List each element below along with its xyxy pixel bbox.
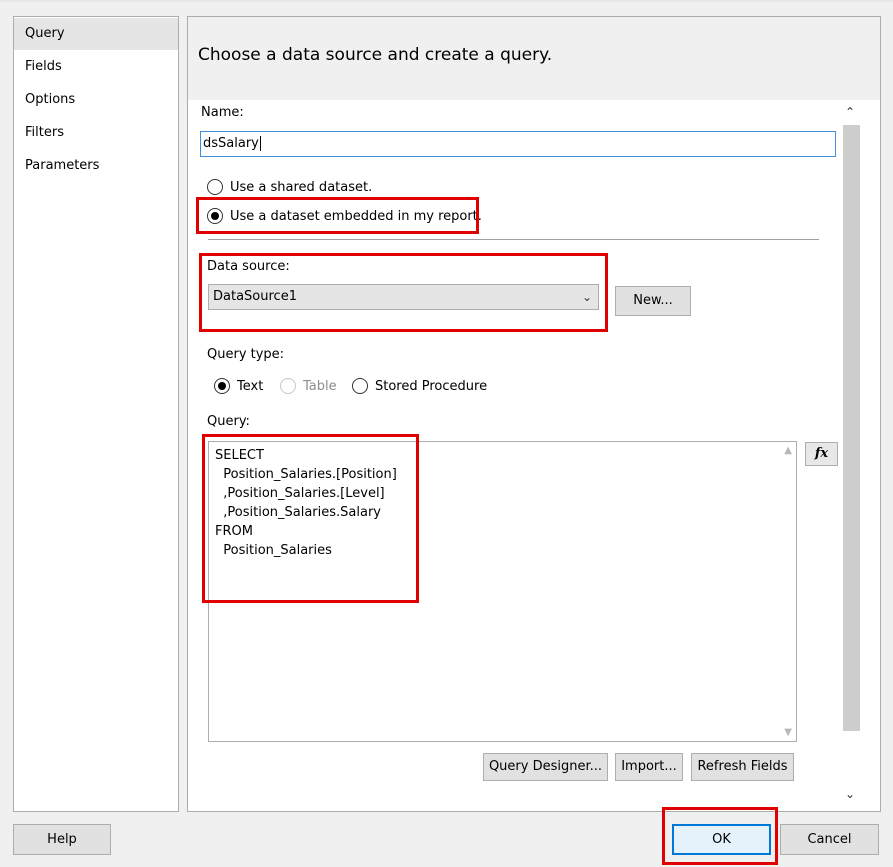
sidebar-nav: Query Fields Options Filters Parameters bbox=[13, 16, 179, 812]
divider bbox=[208, 239, 819, 240]
import-button[interactable]: Import... bbox=[615, 753, 683, 781]
sidebar-item-filters[interactable]: Filters bbox=[14, 117, 178, 149]
name-label: Name: bbox=[201, 105, 244, 120]
radio-shared-dataset-label[interactable]: Use a shared dataset. bbox=[230, 180, 372, 195]
chevron-up-icon[interactable]: ⌃ bbox=[845, 105, 855, 119]
sidebar-item-parameters[interactable]: Parameters bbox=[14, 150, 178, 182]
new-data-source-button[interactable]: New... bbox=[615, 286, 691, 316]
chevron-down-icon[interactable]: ⌄ bbox=[845, 787, 855, 801]
sidebar-item-options[interactable]: Options bbox=[14, 84, 178, 116]
cancel-button[interactable]: Cancel bbox=[780, 824, 879, 855]
radio-embedded-dataset-label[interactable]: Use a dataset embedded in my report. bbox=[230, 209, 482, 224]
ok-button[interactable]: OK bbox=[672, 824, 771, 855]
radio-query-type-table-label[interactable]: Table bbox=[303, 379, 337, 394]
chevron-down-icon: ⌄ bbox=[581, 290, 592, 304]
refresh-fields-button[interactable]: Refresh Fields bbox=[691, 753, 794, 781]
radio-query-type-stored-procedure[interactable] bbox=[352, 378, 368, 394]
query-designer-button[interactable]: Query Designer... bbox=[483, 753, 608, 781]
title-bar-edge bbox=[0, 0, 893, 2]
data-source-select[interactable]: DataSource1 ⌄ bbox=[208, 284, 599, 310]
content-header: Choose a data source and create a query. bbox=[188, 17, 880, 100]
radio-embedded-dataset[interactable] bbox=[207, 208, 223, 224]
data-source-value: DataSource1 bbox=[213, 289, 297, 304]
data-source-label: Data source: bbox=[207, 259, 290, 274]
radio-query-type-text-label[interactable]: Text bbox=[237, 379, 263, 394]
radio-query-type-text[interactable] bbox=[214, 378, 230, 394]
help-button[interactable]: Help bbox=[13, 824, 111, 855]
radio-query-type-table[interactable] bbox=[280, 378, 296, 394]
scroll-down-icon[interactable]: ▼ bbox=[784, 727, 792, 738]
query-textarea[interactable]: SELECT Position_Salaries.[Position] ,Pos… bbox=[208, 441, 797, 742]
fx-icon: fx bbox=[814, 446, 829, 461]
content-scrollbar[interactable]: ⌃ ⌄ bbox=[841, 103, 861, 803]
page-title: Choose a data source and create a query. bbox=[198, 45, 553, 65]
scrollbar-thumb[interactable] bbox=[843, 125, 860, 731]
sidebar-item-fields[interactable]: Fields bbox=[14, 51, 178, 83]
radio-shared-dataset[interactable] bbox=[207, 179, 223, 195]
sidebar-item-query[interactable]: Query bbox=[14, 18, 178, 50]
query-label: Query: bbox=[207, 414, 250, 429]
query-type-label: Query type: bbox=[207, 347, 285, 362]
name-input[interactable]: dsSalary bbox=[200, 131, 836, 157]
expression-button[interactable]: fx bbox=[805, 442, 838, 466]
query-text: SELECT Position_Salaries.[Position] ,Pos… bbox=[215, 448, 397, 558]
name-value: dsSalary bbox=[203, 136, 259, 151]
scroll-up-icon[interactable]: ▲ bbox=[784, 445, 792, 456]
radio-query-type-stored-procedure-label[interactable]: Stored Procedure bbox=[375, 379, 487, 394]
text-caret bbox=[259, 136, 261, 151]
content-panel: Choose a data source and create a query.… bbox=[187, 16, 881, 812]
